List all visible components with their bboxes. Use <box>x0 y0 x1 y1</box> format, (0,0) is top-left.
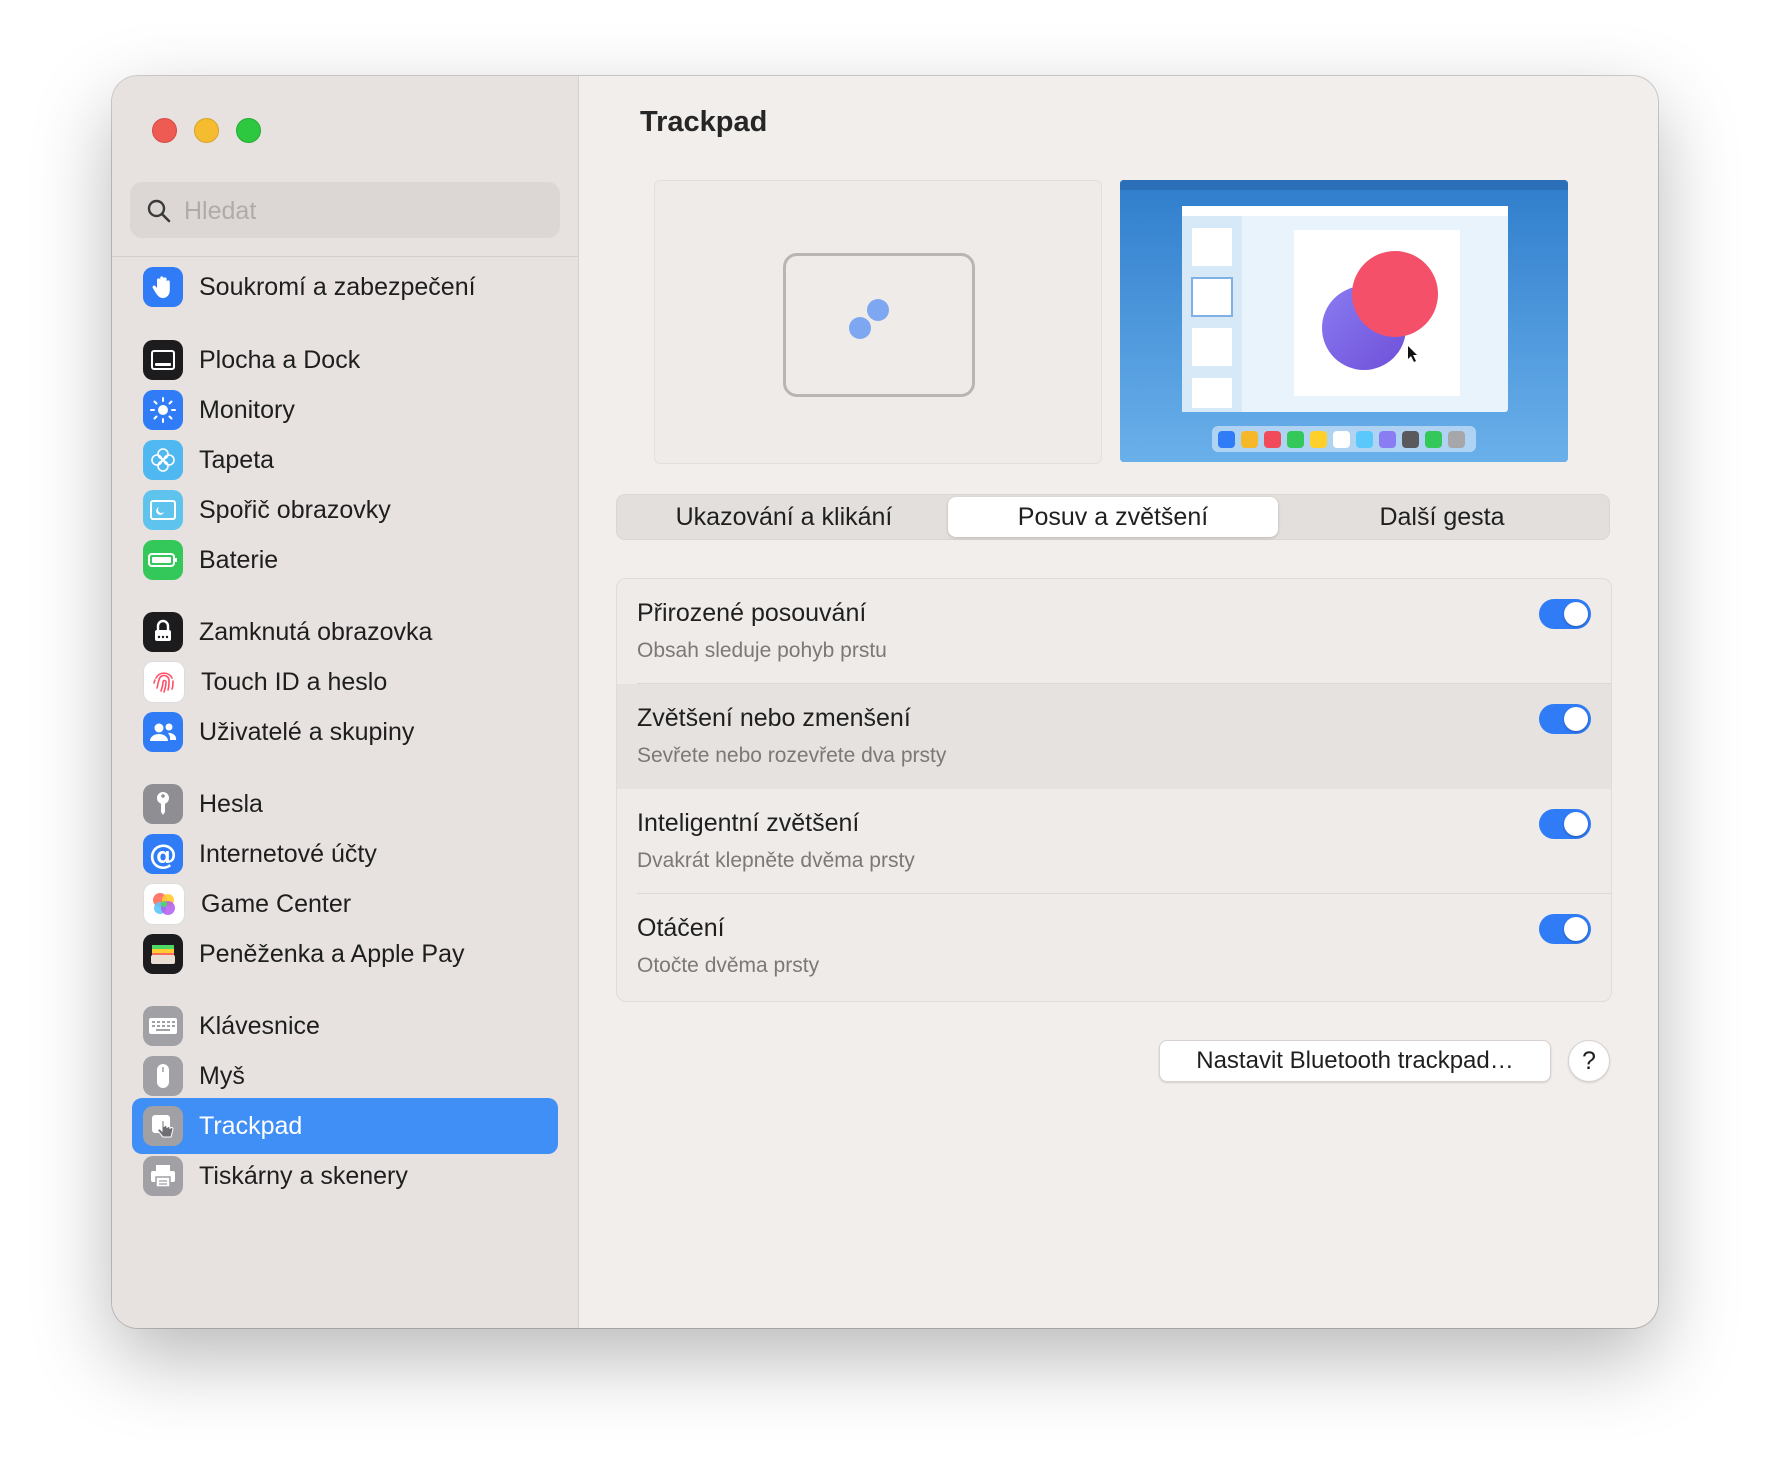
sidebar-item-label: Spořič obrazovky <box>199 495 391 524</box>
trackpad-illustration <box>783 253 975 397</box>
smart-zoom-toggle[interactable] <box>1539 809 1591 839</box>
help-button[interactable]: ? <box>1568 1040 1610 1082</box>
users-icon <box>143 712 183 752</box>
two-finger-icon <box>849 299 889 339</box>
sidebar-item-label: Peněženka a Apple Pay <box>199 939 465 968</box>
setup-bluetooth-trackpad-button[interactable]: Nastavit Bluetooth trackpad… <box>1159 1040 1551 1082</box>
sidebar-item-desktop-dock[interactable]: Plocha a Dock <box>132 332 558 388</box>
setting-row-smart-zoom: Inteligentní zvětšení Dvakrát klepněte d… <box>617 789 1611 894</box>
setting-row-zoom: Zvětšení nebo zmenšení Sevřete nebo roze… <box>617 684 1611 789</box>
at-icon: @ <box>143 834 183 874</box>
setting-row-rotate: Otáčení Otočte dvěma prsty <box>617 894 1611 999</box>
sidebar-item-label: Soukromí a zabezpečení <box>199 272 476 301</box>
page-title: Trackpad <box>640 106 768 138</box>
desktop-preview-image <box>1120 180 1568 462</box>
fingerprint-icon <box>143 661 185 703</box>
sidebar-item-battery[interactable]: Baterie <box>132 532 558 588</box>
main-pane: Trackpad Ukazování a klikání Posuv a zvě… <box>578 76 1658 1328</box>
search-icon <box>147 199 171 223</box>
screensaver-icon <box>143 490 183 530</box>
sidebar-item-label: Tapeta <box>199 445 275 474</box>
rotate-toggle[interactable] <box>1539 914 1591 944</box>
close-button[interactable] <box>152 118 177 143</box>
sidebar-item-label: Touch ID a heslo <box>201 667 388 696</box>
sidebar-item-keyboard[interactable]: Klávesnice <box>132 998 558 1054</box>
settings-group: Přirozené posouvání Obsah sleduje pohyb … <box>616 578 1612 1002</box>
sidebar-item-label: Myš <box>199 1061 245 1090</box>
hand-icon <box>143 267 183 307</box>
setting-row-natural-scrolling: Přirozené posouvání Obsah sleduje pohyb … <box>617 579 1611 684</box>
tab-bar: Ukazování a klikání Posuv a zvětšení Dal… <box>616 494 1610 540</box>
sidebar-item-touch-id[interactable]: Touch ID a heslo <box>132 654 558 710</box>
flower-icon <box>143 440 183 480</box>
sidebar-item-wallpaper[interactable]: Tapeta <box>132 432 558 488</box>
setting-subtitle: Sevřete nebo rozevřete dva prsty <box>637 744 947 767</box>
search-input[interactable] <box>182 182 546 240</box>
gesture-illustration <box>654 180 1102 464</box>
toggle-knob <box>1564 812 1588 836</box>
sidebar-item-privacy[interactable]: Soukromí a zabezpečení <box>132 259 558 315</box>
sidebar-item-label: Game Center <box>201 889 352 918</box>
sidebar-item-lock-screen[interactable]: Zamknutá obrazovka <box>132 604 558 660</box>
tab-point-and-click[interactable]: Ukazování a klikání <box>619 497 949 537</box>
toggle-knob <box>1564 602 1588 626</box>
sidebar-item-mouse[interactable]: Myš <box>132 1048 558 1104</box>
search-field[interactable] <box>130 182 560 240</box>
sidebar-item-label: Uživatelé a skupiny <box>199 717 415 746</box>
trackpad-icon <box>143 1106 183 1146</box>
toggle-knob <box>1564 917 1588 941</box>
battery-icon <box>143 540 183 580</box>
setting-title: Přirozené posouvání <box>637 599 867 627</box>
wallet-icon <box>143 934 183 974</box>
sidebar-item-screensaver[interactable]: Spořič obrazovky <box>132 482 558 538</box>
setting-title: Zvětšení nebo zmenšení <box>637 704 911 732</box>
sidebar-item-printers[interactable]: Tiskárny a skenery <box>132 1148 558 1204</box>
sidebar-item-label: Plocha a Dock <box>199 345 361 374</box>
sidebar-item-label: Internetové účty <box>199 839 377 868</box>
window-controls <box>152 118 261 143</box>
minimize-button[interactable] <box>194 118 219 143</box>
sidebar-item-label: Hesla <box>199 789 263 818</box>
gesture-preview-video <box>1120 180 1568 462</box>
sidebar-item-game-center[interactable]: Game Center <box>132 876 558 932</box>
sidebar-item-users[interactable]: Uživatelé a skupiny <box>132 704 558 760</box>
setting-subtitle: Dvakrát klepněte dvěma prsty <box>637 849 915 872</box>
zoom-button[interactable] <box>236 118 261 143</box>
key-icon <box>143 784 183 824</box>
sidebar-item-wallet[interactable]: Peněženka a Apple Pay <box>132 926 558 982</box>
sidebar-item-displays[interactable]: Monitory <box>132 382 558 438</box>
sidebar-item-label: Tiskárny a skenery <box>199 1161 408 1190</box>
keyboard-icon <box>143 1006 183 1046</box>
sun-icon <box>143 390 183 430</box>
dock-icon <box>143 340 183 380</box>
tab-more-gestures[interactable]: Další gesta <box>1277 497 1607 537</box>
tab-scroll-and-zoom[interactable]: Posuv a zvětšení <box>948 497 1278 537</box>
sidebar-item-passwords[interactable]: Hesla <box>132 776 558 832</box>
sidebar-item-trackpad[interactable]: Trackpad <box>132 1098 558 1154</box>
setting-title: Otáčení <box>637 914 725 942</box>
mouse-icon <box>143 1056 183 1096</box>
setting-subtitle: Obsah sleduje pohyb prstu <box>637 639 887 662</box>
sidebar-item-label: Monitory <box>199 395 295 424</box>
sidebar-item-label: Klávesnice <box>199 1011 320 1040</box>
printer-icon <box>143 1156 183 1196</box>
zoom-toggle[interactable] <box>1539 704 1591 734</box>
natural-scrolling-toggle[interactable] <box>1539 599 1591 629</box>
game-center-icon <box>143 883 185 925</box>
sidebar-item-internet-accounts[interactable]: @ Internetové účty <box>132 826 558 882</box>
setting-subtitle: Otočte dvěma prsty <box>637 954 820 977</box>
sidebar-item-label: Baterie <box>199 545 279 574</box>
toggle-knob <box>1564 707 1588 731</box>
lock-icon <box>143 612 183 652</box>
sidebar-divider <box>112 256 578 257</box>
sidebar-item-label: Trackpad <box>199 1111 303 1140</box>
sidebar-item-label: Zamknutá obrazovka <box>199 617 433 646</box>
setting-title: Inteligentní zvětšení <box>637 809 860 837</box>
settings-window: Soukromí a zabezpečení Plocha a Dock Mon… <box>112 76 1658 1328</box>
sidebar: Soukromí a zabezpečení Plocha a Dock Mon… <box>112 76 579 1328</box>
